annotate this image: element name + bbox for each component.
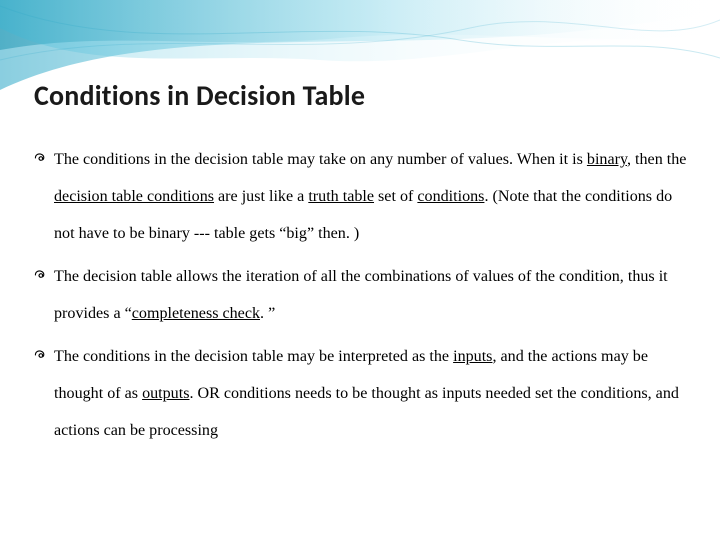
underlined-term: completeness check — [132, 305, 260, 322]
underlined-term: conditions — [417, 188, 484, 205]
bullet-text: The conditions in the decision table may… — [54, 348, 679, 439]
bullet-item: The conditions in the decision table may… — [34, 338, 690, 449]
bullet-item: The decision table allows the iteration … — [34, 258, 690, 332]
bullet-list: The conditions in the decision table may… — [34, 141, 690, 449]
underlined-term: truth table — [308, 188, 374, 205]
swirl-bullet-icon — [34, 268, 48, 282]
underlined-term: outputs — [142, 385, 189, 402]
bullet-text: The decision table allows the iteration … — [54, 268, 668, 322]
swirl-bullet-icon — [34, 348, 48, 362]
underlined-term: binary — [587, 151, 627, 168]
bullet-item: The conditions in the decision table may… — [34, 141, 690, 252]
underlined-term: decision table conditions — [54, 188, 214, 205]
swirl-bullet-icon — [34, 151, 48, 165]
slide-title: Conditions in Decision Table — [34, 78, 690, 113]
underlined-term: inputs — [453, 348, 492, 365]
bullet-text: The conditions in the decision table may… — [54, 151, 686, 242]
slide-content: Conditions in Decision Table The conditi… — [0, 0, 720, 475]
